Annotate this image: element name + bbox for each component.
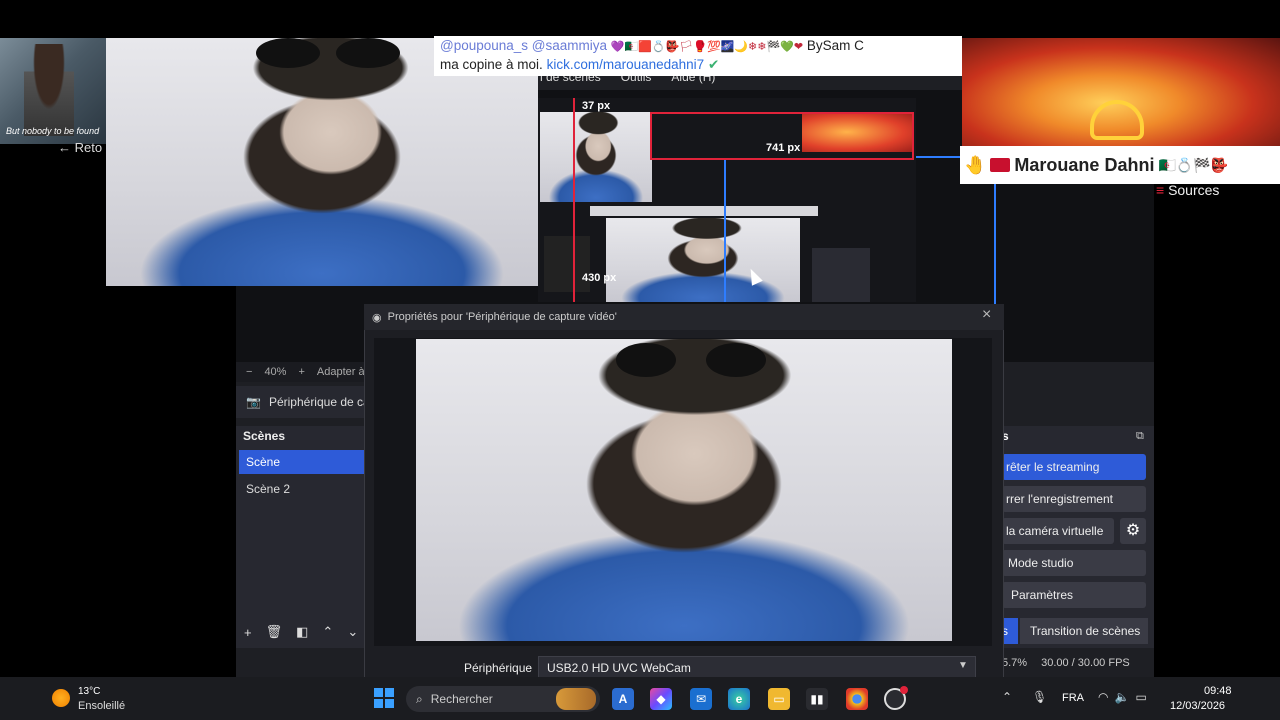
scene-item[interactable]: Scène 2 — [239, 477, 365, 501]
recording-dot-icon — [900, 686, 908, 694]
obs-logo-icon: ◉ — [372, 311, 382, 324]
zoom-fit-button[interactable]: Adapter à — [317, 366, 365, 378]
app-icon-editor[interactable]: A — [612, 688, 634, 710]
fps-readout: 30.00 / 30.00 FPS — [1041, 657, 1130, 669]
battery-icon[interactable]: ▭ — [1135, 690, 1152, 704]
nested-dialog-titlebar — [590, 206, 818, 216]
scene-filters-button[interactable]: ◧ — [296, 624, 308, 640]
edge-icon[interactable]: e — [728, 688, 750, 710]
zoom-out-button[interactable]: − — [246, 366, 252, 378]
back-label: Reto — [74, 140, 103, 155]
outlook-icon[interactable]: ✉ — [690, 688, 712, 710]
flag-icon — [990, 158, 1011, 172]
clock-date[interactable]: 12/03/2026 — [1170, 700, 1225, 712]
camera-icon: 📷 — [246, 395, 261, 409]
dialog-title: Propriétés pour 'Périphérique de capture… — [387, 311, 617, 323]
chevron-down-icon: ▼ — [958, 660, 968, 671]
wifi-icon[interactable]: ◠ — [1098, 690, 1114, 704]
sources-title: ≡ Sources — [1156, 182, 1219, 198]
webcam-preview — [416, 339, 952, 641]
cpu-usage: 5.7% — [1002, 657, 1028, 669]
windows-taskbar — [0, 677, 1280, 720]
person-image — [24, 44, 74, 136]
zoom-level: 40% — [264, 366, 287, 378]
measure-label-top: 37 px — [582, 100, 611, 112]
close-icon[interactable]: × — [982, 306, 998, 324]
device-label: Périphérique — [464, 661, 533, 675]
system-tray-icons[interactable]: ◠🔈▭ — [1098, 690, 1153, 704]
add-scene-button[interactable]: + — [244, 625, 252, 640]
dialog-titlebar: ◉ Propriétés pour 'Périphérique de captu… — [364, 304, 1004, 330]
measure-guide-line — [573, 98, 575, 302]
microphone-icon[interactable]: 🎙 — [1032, 690, 1047, 704]
status-bar: 5.7% 30.00 / 30.00 FPS — [1002, 652, 1154, 674]
stop-streaming-button[interactable]: rêter le streaming — [1002, 454, 1146, 480]
arrow-left-icon: ← — [58, 140, 71, 155]
search-placeholder: Rechercher — [430, 692, 493, 706]
nested-webcam-preview — [606, 218, 800, 302]
nested-webcam-thumb — [540, 112, 652, 202]
measure-label-right: 741 px — [766, 142, 801, 154]
chat-line-1: @poupouna_s @saammiya 💜🇩🇿🟥💍👺🏳🥊💯🌌🌙❄❄🏁💚❤ B… — [440, 37, 956, 56]
source-name: Périphérique de ca — [268, 395, 370, 409]
windows-start-icon[interactable] — [374, 688, 394, 708]
chat-mention: @saammiya — [531, 38, 608, 53]
chevron-up-icon[interactable]: ⌃ — [1002, 690, 1012, 704]
chat-line-2: ma copine à moi. kick.com/marouanedahni7… — [440, 56, 956, 74]
sources-title-text: Sources — [1168, 182, 1220, 198]
input-language[interactable]: FRA — [1062, 692, 1084, 704]
zoom-in-button[interactable]: + — [298, 366, 304, 378]
virtual-camera-button[interactable]: la caméra virtuelle — [1002, 518, 1114, 544]
chat-link[interactable]: kick.com/marouanedahni7 — [547, 57, 705, 72]
gear-icon[interactable]: ⚙ — [1120, 518, 1146, 544]
weather-temperature[interactable]: 13°C — [78, 686, 100, 697]
sources-icon: ≡ — [1156, 182, 1165, 198]
streamer-name-banner: 🤚 Marouane Dahni 🇩🇿💍🏁👺 — [960, 146, 1280, 184]
dock-float-icon[interactable]: ⧉ — [1136, 430, 1144, 443]
nested-controls-list — [812, 248, 870, 302]
chat-author: BySam C — [806, 38, 864, 53]
scenes-title: Scènes — [243, 429, 286, 443]
search-highlight-image — [556, 688, 596, 710]
scene-item[interactable]: Scène — [239, 450, 365, 474]
chat-emojis: 💜🇩🇿🟥💍👺🏳🥊💯🌌🌙❄❄🏁💚❤ — [610, 41, 804, 53]
thumbnail-caption: But nobody to be found — [6, 126, 100, 136]
tab-sources-active[interactable]: s — [1002, 618, 1018, 644]
studio-mode-button[interactable]: Mode studio — [1002, 550, 1146, 576]
move-down-button[interactable]: ⌄ — [347, 624, 358, 640]
chrome-icon[interactable] — [846, 688, 868, 710]
volume-icon[interactable]: 🔈 — [1114, 690, 1135, 704]
tab-scene-transitions[interactable]: Transition de scènes — [1020, 618, 1148, 644]
back-link[interactable]: ← Reto — [58, 140, 102, 155]
search-icon: ⌕ — [416, 691, 423, 706]
clock-time[interactable]: 09:48 — [1204, 685, 1232, 697]
selected-source-bar[interactable]: 📷 Périphérique de ca — [236, 386, 376, 418]
settings-button[interactable]: Paramètres — [1002, 582, 1146, 608]
hand-icon: 🤚 — [964, 154, 987, 175]
remove-scene-button[interactable]: 🗑 — [266, 624, 283, 640]
chat-message-overlay: @poupouna_s @saammiya 💜🇩🇿🟥💍👺🏳🥊💯🌌🌙❄❄🏁💚❤ B… — [434, 36, 962, 76]
streamer-name: Marouane Dahni — [1014, 154, 1155, 175]
audio-app-icon[interactable]: ▮▮ — [806, 688, 828, 710]
scenes-toolbar: + 🗑 ◧ ⌃ ⌄ — [236, 620, 366, 644]
verified-icon: ✔ — [707, 57, 720, 72]
stop-recording-button[interactable]: rrer l'enregistrement — [1002, 486, 1146, 512]
copilot-icon[interactable]: ◆ — [650, 688, 672, 710]
sun-icon[interactable] — [52, 689, 70, 707]
move-up-button[interactable]: ⌃ — [322, 624, 333, 640]
chat-text: ma copine à moi. — [440, 57, 543, 72]
weather-description[interactable]: Ensoleillé — [78, 700, 125, 712]
measure-label-bottom: 430 px — [582, 272, 617, 284]
guide-line — [724, 160, 726, 302]
chat-mention: @poupouna_s — [440, 38, 529, 53]
preview-zoom-bar: − 40% + Adapter à — [236, 362, 366, 382]
banner-emojis: 🇩🇿💍🏁👺 — [1158, 156, 1229, 173]
file-explorer-icon[interactable]: ▭ — [768, 688, 790, 710]
